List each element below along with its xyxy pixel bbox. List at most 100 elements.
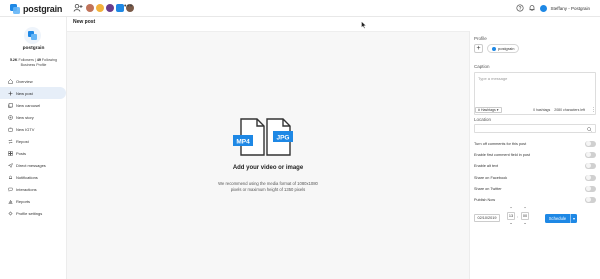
sidebar-item-interactions[interactable]: Interactions xyxy=(0,183,66,195)
account-avatar[interactable] xyxy=(96,4,104,12)
top-bar: postgrain ••• Steffany - Postgrain xyxy=(0,0,600,17)
mp4-label: MP4 xyxy=(236,139,250,146)
publish-now-toggle[interactable] xyxy=(585,196,596,203)
turn-off-comments-toggle[interactable] xyxy=(585,140,596,147)
followers-count: 5.2K xyxy=(9,58,18,62)
hashtag-symbol: # xyxy=(478,108,480,112)
location-label: Location xyxy=(474,117,492,122)
date-input[interactable]: 02/10/2019 xyxy=(474,214,500,222)
toggle-row: Enable first comment field in post xyxy=(474,151,596,158)
sidebar-item-reports[interactable]: Reports xyxy=(0,195,66,207)
bell-icon[interactable] xyxy=(528,4,536,12)
toggle-row: Turn off comments for this post xyxy=(474,140,596,147)
account-avatar[interactable] xyxy=(86,4,94,12)
sidebar-nav: Overview New post New carousel New story… xyxy=(0,75,66,219)
profile-stats: 5.2K Followers | 49 Following Business P… xyxy=(9,58,58,67)
user-avatar[interactable] xyxy=(539,4,547,12)
sidebar-item-profile-settings[interactable]: Profile settings xyxy=(0,207,66,219)
page-title: New post xyxy=(73,19,96,25)
schedule-row: 02/10/2019 ⌃ 13 ⌄ : ⌃ 00 ⌄ Schedule ▾ xyxy=(474,206,596,225)
sidebar-item-overview[interactable]: Overview xyxy=(0,75,66,87)
more-options-icon[interactable]: ⋮ xyxy=(591,107,596,113)
profile-chip[interactable]: postgrain xyxy=(487,44,520,53)
sidebar-item-label: Reports xyxy=(16,198,31,204)
bell-icon xyxy=(9,175,12,179)
hour-input[interactable]: 13 xyxy=(507,212,515,220)
sidebar-item-label: Overview xyxy=(16,78,33,84)
reports-icon xyxy=(8,199,13,204)
messages-icon xyxy=(8,162,13,168)
plus-icon xyxy=(8,91,13,95)
chevron-down-icon[interactable]: ⌄ xyxy=(507,220,515,226)
sidebar-item-new-post[interactable]: New post xyxy=(0,87,66,99)
upload-description: We recommend using the media format of 1… xyxy=(218,181,318,192)
toggle-row: Share on Twitter xyxy=(474,185,596,192)
sidebar-item-label: New post xyxy=(16,90,33,96)
upload-title: Add your video or image xyxy=(232,165,304,171)
jpg-label: JPG xyxy=(276,135,289,142)
story-icon xyxy=(8,114,13,120)
profile-label: Profile xyxy=(474,36,487,41)
minute-stepper: ⌃ 00 ⌄ xyxy=(521,206,529,226)
caption-placeholder: Type a message xyxy=(478,76,508,81)
toggle-label: Enable alt text xyxy=(474,163,499,168)
sidebar-item-label: Interactions xyxy=(16,186,37,192)
gear-icon xyxy=(8,210,13,216)
sidebar-item-label: Repost xyxy=(16,138,29,144)
postgrain-logo-icon xyxy=(10,3,20,14)
posts-icon xyxy=(8,150,13,156)
minute-input[interactable]: 00 xyxy=(521,212,529,220)
toggle-label: Share on Facebook xyxy=(474,175,508,180)
add-profile-button[interactable]: + xyxy=(474,44,483,53)
location-input[interactable] xyxy=(474,124,596,133)
alt-text-toggle[interactable] xyxy=(585,162,596,169)
app-logo[interactable]: postgrain xyxy=(10,3,62,14)
sidebar-item-label: Profile settings xyxy=(16,210,43,216)
sidebar-item-new-igtv[interactable]: New IGTV xyxy=(0,123,66,135)
hashtags-label: Hashtags xyxy=(480,108,496,112)
sidebar-item-posts[interactable]: Posts xyxy=(0,147,66,159)
profile-chip-icon xyxy=(492,46,496,51)
repost-icon xyxy=(8,138,13,144)
user-name[interactable]: Steffany - Postgrain xyxy=(551,6,590,11)
toggle-label: Share on Twitter xyxy=(474,186,502,191)
sidebar-item-label: New story xyxy=(16,114,34,120)
interactions-icon xyxy=(8,187,13,192)
sidebar-item-notifications[interactable]: Notifications xyxy=(0,171,66,183)
chars-left: 2080 characters left xyxy=(554,108,585,112)
sidebar-item-label: Notifications xyxy=(16,174,38,180)
toggle-row: Share on Facebook xyxy=(474,174,596,181)
chevron-down-icon: ▾ xyxy=(496,108,499,112)
sidebar-item-direct-messages[interactable]: Direct messages xyxy=(0,159,66,171)
hour-stepper: ⌃ 13 ⌄ xyxy=(507,206,515,226)
more-accounts-button[interactable]: ••• xyxy=(124,3,133,10)
media-upload-dropzone[interactable]: MP4 JPG Add your video or image We recom… xyxy=(67,31,469,279)
toggle-row: Enable alt text xyxy=(474,162,596,169)
caption-label: Caption xyxy=(474,64,490,69)
sidebar-item-label: Posts xyxy=(16,150,27,156)
share-twitter-toggle[interactable] xyxy=(585,185,596,192)
profile-type: Business Profile xyxy=(20,63,47,67)
caption-toolbar: # Hashtags ▾ 0 hashtags 2080 characters … xyxy=(474,105,596,115)
account-avatar[interactable] xyxy=(116,4,124,12)
profile-name: postgrain xyxy=(22,46,45,51)
chevron-down-icon[interactable]: ⌄ xyxy=(521,220,529,226)
following-count: 49 xyxy=(36,58,41,62)
first-comment-toggle[interactable] xyxy=(585,151,596,158)
followers-label: Followers xyxy=(18,58,34,62)
sidebar-item-new-carousel[interactable]: New carousel xyxy=(0,99,66,111)
account-avatar[interactable] xyxy=(106,4,114,12)
add-user-icon[interactable] xyxy=(73,3,83,13)
schedule-button[interactable]: Schedule ▾ xyxy=(545,214,577,223)
chevron-down-icon[interactable]: ▾ xyxy=(570,214,577,223)
overview-icon xyxy=(8,78,13,84)
sidebar-item-repost[interactable]: Repost xyxy=(0,135,66,147)
hashtags-dropdown[interactable]: # Hashtags ▾ xyxy=(475,107,502,113)
toggle-label: Enable first comment field in post xyxy=(474,152,530,157)
sidebar-item-new-story[interactable]: New story xyxy=(0,111,66,123)
profile-chip-label: postgrain xyxy=(498,46,515,51)
share-facebook-toggle[interactable] xyxy=(585,174,596,181)
toggle-label: Publish Now xyxy=(474,197,496,202)
post-settings-panel: Profile + postgrain Caption Type a messa… xyxy=(469,31,600,279)
help-icon[interactable] xyxy=(516,4,524,12)
